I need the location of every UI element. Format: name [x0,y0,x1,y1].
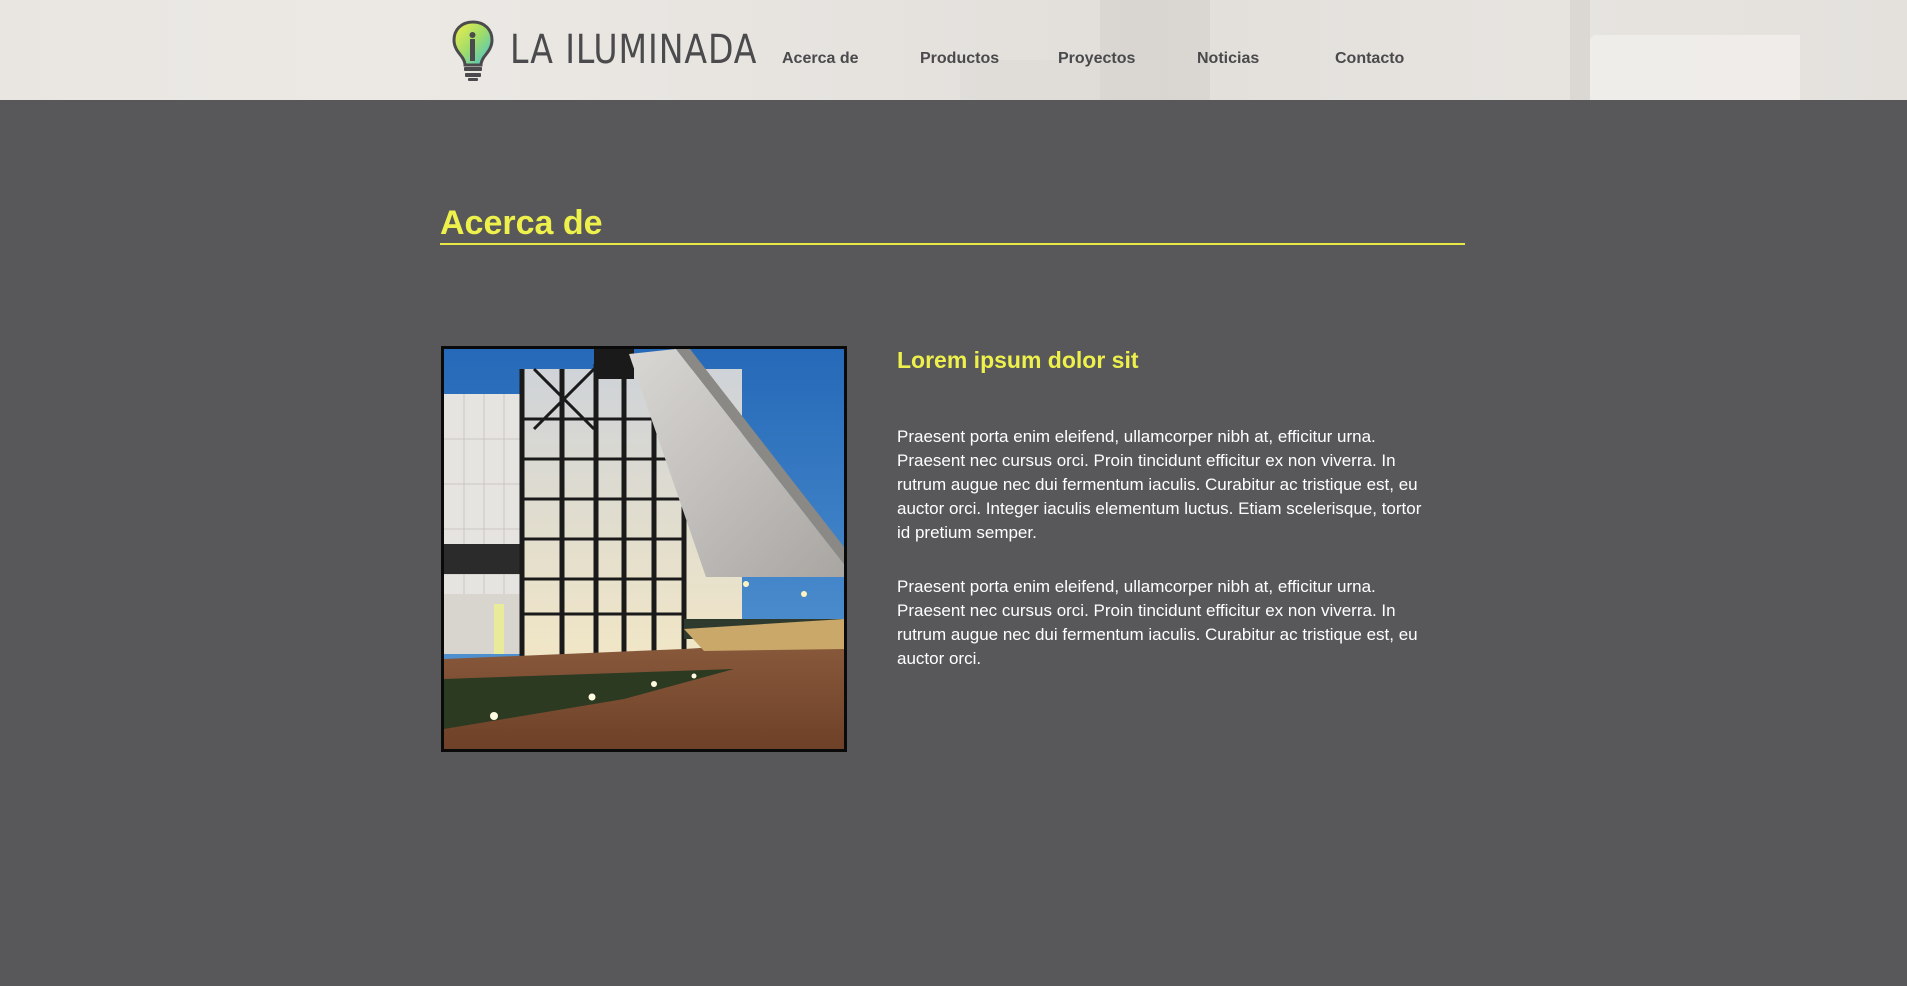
building-photo [441,346,847,752]
brand-name: LA ILUMINADA [510,27,758,73]
header-background-shape [1590,35,1800,100]
title-divider [440,243,1465,245]
nav-item-acerca-de[interactable]: Acerca de [782,50,859,68]
nav-item-noticias[interactable]: Noticias [1197,50,1259,68]
building-illustration [444,349,844,749]
lightbulb-icon [452,20,494,81]
content-paragraph: Praesent porta enim eleifend, ullamcorpe… [897,577,1418,668]
site-header: LA ILUMINADA Acerca de Productos Proyect… [0,0,1907,100]
content-paragraph: Praesent porta enim eleifend, ullamcorpe… [897,427,1422,542]
nav-item-productos[interactable]: Productos [920,50,999,68]
nav-item-contacto[interactable]: Contacto [1335,50,1404,68]
nav-item-proyectos[interactable]: Proyectos [1058,50,1135,68]
section-title: Acerca de [440,204,603,242]
header-background-shape [1570,0,1590,100]
content-subtitle: Lorem ipsum dolor sit [897,347,1139,373]
site-logo[interactable]: LA ILUMINADA [450,18,779,82]
